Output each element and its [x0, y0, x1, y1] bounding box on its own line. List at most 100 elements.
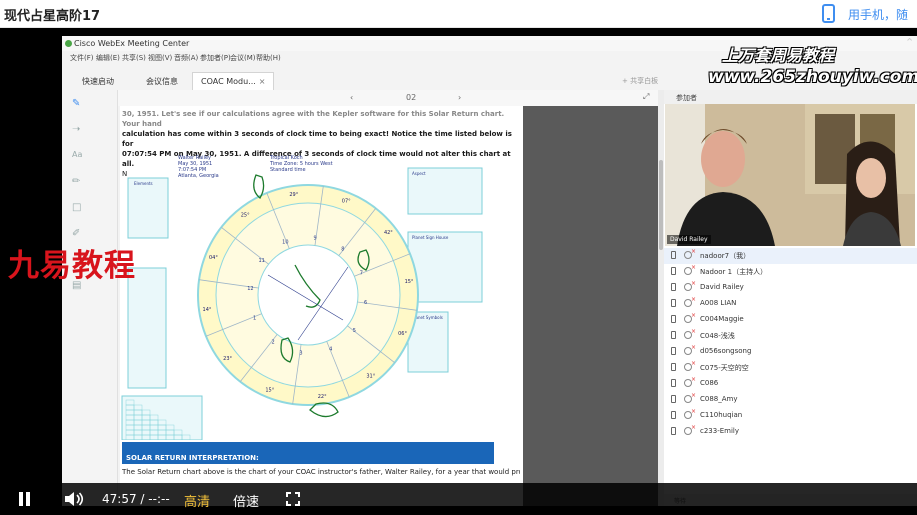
- watermark-site: www.265zhouyiw.com: [708, 67, 917, 87]
- phone-icon[interactable]: [822, 4, 835, 23]
- pointer-icon[interactable]: ✎: [72, 98, 84, 110]
- menu-edit[interactable]: 编辑(E): [96, 53, 120, 63]
- participants-header: 参加者: [664, 90, 917, 104]
- watermark-left: 九易教程: [8, 248, 136, 284]
- tab-coac-module[interactable]: COAC Modu... ×: [192, 72, 275, 90]
- participant-row[interactable]: × C075-天空的空: [664, 360, 917, 376]
- scroll-thumb[interactable]: [659, 160, 663, 250]
- document-footer-text: The Solar Return chart above is the char…: [122, 468, 520, 476]
- share-whiteboard-button[interactable]: + 共享白板: [622, 76, 658, 86]
- muted-icon: ×: [691, 328, 697, 335]
- pen-icon[interactable]: ✏: [72, 176, 84, 188]
- arrow-icon[interactable]: ➝: [72, 124, 84, 136]
- house-number: 8: [341, 247, 344, 253]
- menu-meeting[interactable]: 会议(M): [230, 53, 256, 63]
- device-icon: [671, 267, 676, 275]
- document-line-1: 30, 1951. Let's see if our calculations …: [122, 110, 505, 128]
- participant-name: C086: [700, 379, 719, 387]
- mobile-watch-link[interactable]: 用手机，随: [848, 6, 908, 23]
- player-controls: 47:57 / --:-- 高清 倍速: [0, 483, 917, 515]
- muted-icon: ×: [691, 312, 697, 319]
- participant-row[interactable]: × Nadoor 1（主持人）: [664, 264, 917, 280]
- planet-table-box: [407, 231, 483, 303]
- device-icon: [671, 283, 676, 291]
- annotation-mark: [309, 402, 339, 418]
- astro-wheel: ElementsAspectPlanet Sign HousePlanet Sy…: [121, 167, 483, 440]
- text-icon[interactable]: Aa: [72, 150, 84, 162]
- signs-box: [127, 267, 167, 389]
- house-number: 6: [364, 300, 367, 306]
- chart-box-label: Planet Sign House: [412, 235, 449, 240]
- video-feed: David Railey: [665, 104, 915, 246]
- participant-name: A008 LIAN: [700, 299, 737, 307]
- webex-window-title: Cisco WebEx Meeting Center: [74, 39, 190, 48]
- shape-icon[interactable]: □: [72, 202, 84, 214]
- document-nav: ‹ 02 › ⤢: [118, 90, 658, 106]
- pause-button[interactable]: [18, 492, 32, 506]
- cusp-degree: 29°: [289, 192, 298, 198]
- volume-icon[interactable]: [64, 491, 86, 507]
- tab-meeting-info[interactable]: 会议信息: [138, 72, 186, 90]
- watermark-top: 上万套周易教程: [722, 46, 835, 65]
- cusp-degree: 22°: [318, 394, 327, 400]
- document-line-2: calculation has come within 3 seconds of…: [122, 130, 512, 148]
- participant-row[interactable]: × c233-Emily: [664, 424, 917, 440]
- menu-file[interactable]: 文件(F): [70, 53, 94, 63]
- cusp-degree: 23°: [223, 356, 232, 362]
- house-number: 11: [258, 258, 264, 264]
- participant-row[interactable]: × C048-浅浅: [664, 328, 917, 344]
- muted-icon: ×: [691, 264, 697, 271]
- menu-participants[interactable]: 参加者(P): [200, 53, 231, 63]
- prev-page-icon[interactable]: ‹: [350, 93, 353, 102]
- interpretation-banner: SOLAR RETURN INTERPRETATION:: [122, 442, 494, 464]
- next-page-icon[interactable]: ›: [458, 93, 461, 102]
- zoom-icon[interactable]: ⤢: [643, 92, 649, 102]
- participant-row[interactable]: × C110huqian: [664, 408, 917, 424]
- cusp-degree: 31°: [366, 373, 375, 379]
- participant-row[interactable]: × C004Maggie: [664, 312, 917, 328]
- participant-name: C075-天空的空: [700, 364, 749, 372]
- speed-button[interactable]: 倍速: [233, 491, 259, 510]
- participant-name: nadoor7（我）: [700, 252, 751, 260]
- device-icon: [671, 427, 676, 435]
- time-display: 47:57 / --:--: [102, 492, 170, 506]
- cusp-degree: 14°: [203, 307, 212, 313]
- video-player[interactable]: Cisco WebEx Meeting Center 文件(F) 编辑(E) 共…: [0, 28, 917, 515]
- cusp-degree: 07°: [342, 198, 351, 204]
- device-icon: [671, 395, 676, 403]
- course-title: 现代占星高阶17: [4, 9, 101, 24]
- participant-name: d056songsong: [700, 347, 752, 355]
- participant-row[interactable]: × C086: [664, 376, 917, 392]
- participant-row[interactable]: × A008 LIAN: [664, 296, 917, 312]
- menu-share[interactable]: 共享(S): [122, 53, 146, 63]
- cursor-icon: ⌃: [905, 36, 915, 49]
- inner-ring: [257, 244, 359, 346]
- participant-row[interactable]: × David Railey: [664, 280, 917, 296]
- page-root: 现代占星高阶17 用手机，随 Cisco WebEx Meeting Cente…: [0, 0, 917, 515]
- menu-audio[interactable]: 音频(A): [174, 53, 198, 63]
- house-number: 7: [360, 270, 363, 276]
- close-icon[interactable]: ×: [259, 77, 266, 86]
- muted-icon: ×: [691, 408, 697, 415]
- elements-box: [127, 177, 169, 239]
- menu-view[interactable]: 视图(V): [148, 53, 172, 63]
- quality-button[interactable]: 高清: [184, 491, 210, 510]
- participant-row[interactable]: × C088_Amy: [664, 392, 917, 408]
- tab-quick-start[interactable]: 快速启动: [74, 72, 122, 90]
- participant-name: David Railey: [700, 283, 744, 291]
- chart-box-label: Aspect: [412, 171, 426, 176]
- participant-name: C088_Amy: [700, 395, 738, 403]
- muted-icon: ×: [691, 248, 697, 255]
- menu-help[interactable]: 帮助(H): [256, 53, 281, 63]
- chart-box-label: Elements: [134, 181, 153, 186]
- page-number[interactable]: 02: [406, 93, 416, 102]
- participant-row[interactable]: × d056songsong: [664, 344, 917, 360]
- highlighter-icon[interactable]: ✐: [72, 228, 84, 240]
- house-number: 5: [353, 328, 356, 334]
- participant-row[interactable]: × nadoor7（我）: [664, 248, 917, 264]
- camera-view: [665, 104, 915, 246]
- video-name-label: David Railey: [667, 235, 711, 244]
- fullscreen-icon[interactable]: [286, 492, 300, 506]
- cusp-degree: 15°: [265, 388, 274, 394]
- annotation-mark: [253, 174, 265, 199]
